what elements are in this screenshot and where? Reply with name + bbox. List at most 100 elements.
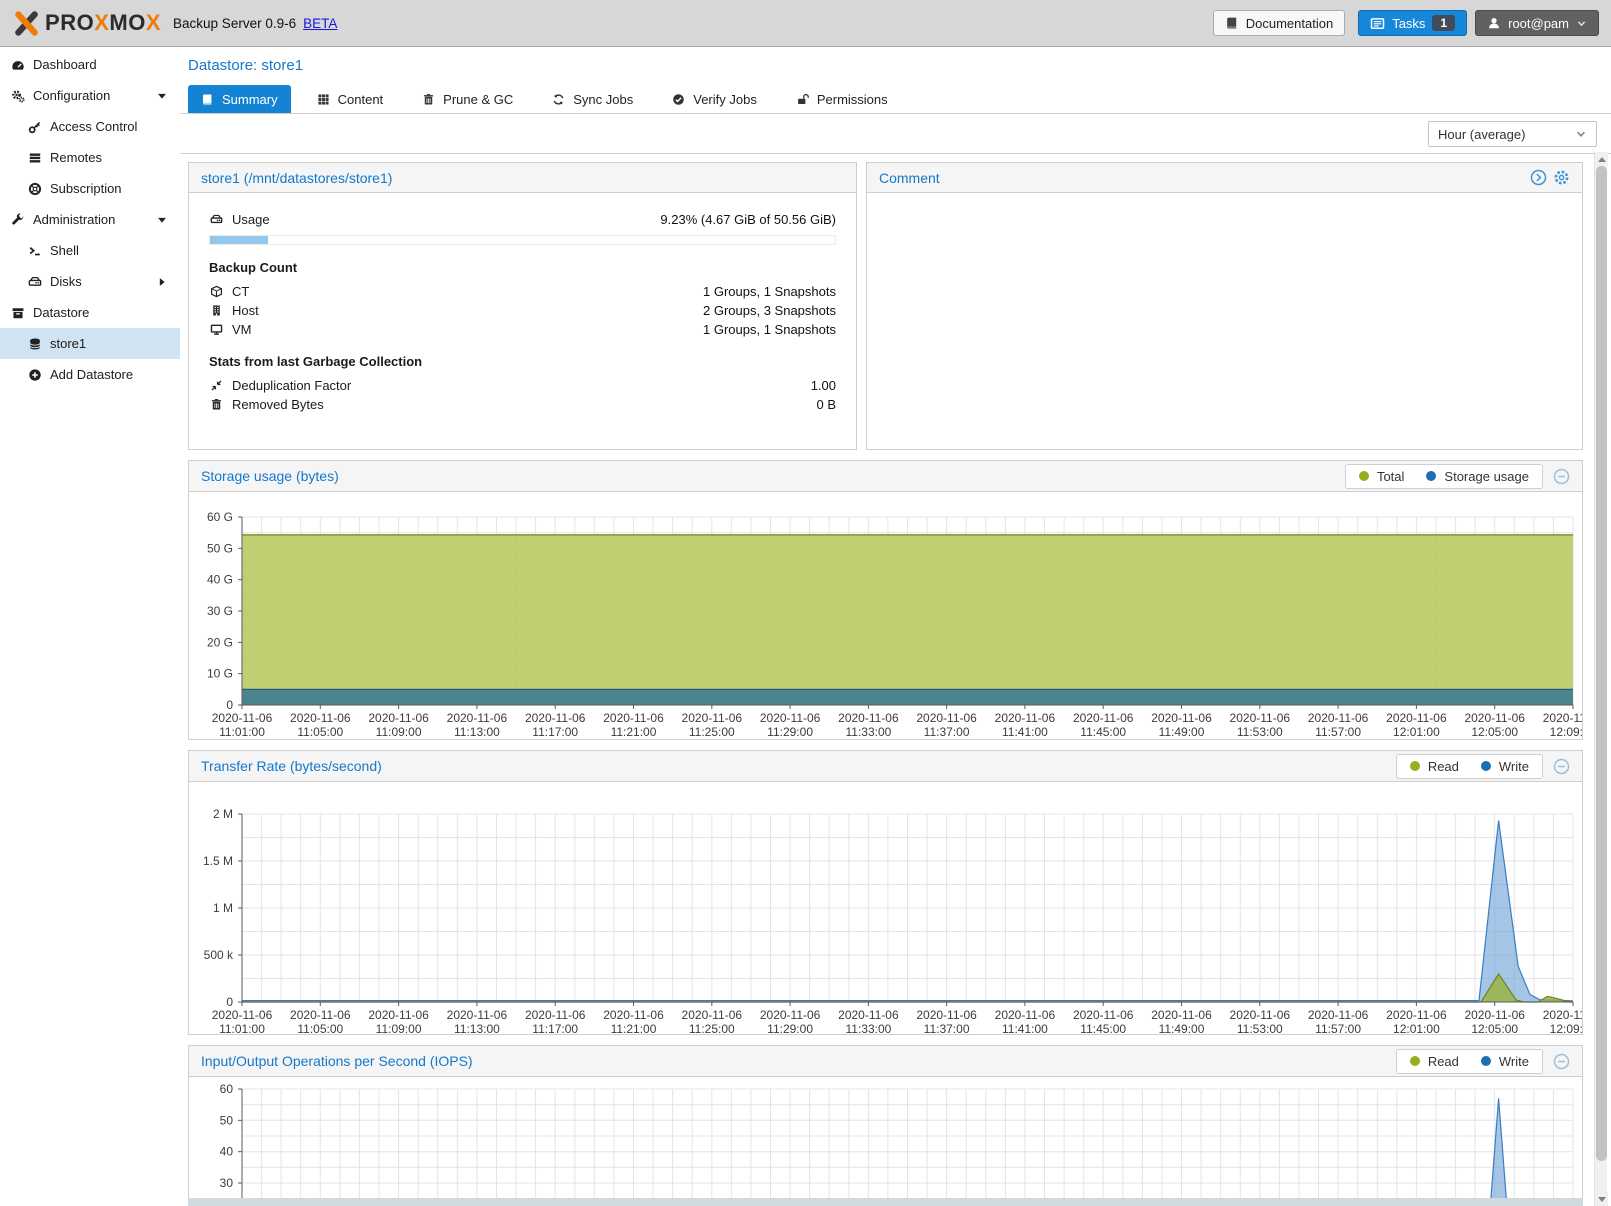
collapse-panel-icon[interactable] [1553,1053,1570,1070]
svg-text:11:29:00: 11:29:00 [767,1022,813,1034]
time-range-value: Hour (average) [1438,127,1575,142]
tab-permissions[interactable]: Permissions [783,85,901,113]
svg-text:500 k: 500 k [204,948,234,962]
sidebar-item-label: Datastore [33,305,89,320]
chart-legend: Total Storage usage [1345,464,1543,489]
sidebar-item-label: Subscription [50,181,122,196]
user-menu-button[interactable]: root@pam [1475,10,1599,36]
legend-item-write[interactable]: Write [1481,759,1529,774]
legend-item-read[interactable]: Read [1410,759,1459,774]
expand-tools-icon[interactable] [1530,169,1547,186]
svg-text:11:17:00: 11:17:00 [532,1022,578,1034]
row-label: VM [232,322,252,337]
expander-down-icon[interactable] [154,89,169,103]
sidebar-item-remotes[interactable]: Remotes [0,142,180,173]
tab-bar: Summary Content Prune & GC Sync Jobs Verify … [180,86,1611,114]
svg-text:11:49:00: 11:49:00 [1159,725,1205,739]
tab-sync-jobs[interactable]: Sync Jobs [539,85,646,113]
svg-text:2020-11-06: 2020-11-06 [1151,711,1212,725]
collapse-panel-icon[interactable] [1553,468,1570,485]
scroll-up-arrow[interactable] [1595,152,1608,166]
archive-icon [10,306,25,320]
legend-dot [1481,1056,1491,1066]
collapse-panel-icon[interactable] [1553,758,1570,775]
row-label: Removed Bytes [232,397,324,412]
storage-usage-chart: 010 G20 G30 G40 G50 G60 G2020-11-0611:01… [189,492,1582,739]
tab-content[interactable]: Content [304,85,397,113]
legend-dot [1410,1056,1420,1066]
legend-item-total[interactable]: Total [1359,469,1404,484]
time-range-select[interactable]: Hour (average) [1428,121,1597,147]
svg-text:11:05:00: 11:05:00 [297,1022,343,1034]
scroll-down-arrow[interactable] [1595,1192,1608,1206]
svg-text:2020-11-06: 2020-11-06 [1308,1008,1369,1022]
legend-item-write[interactable]: Write [1481,1054,1529,1069]
sidebar-item-label: Disks [50,274,82,289]
username-label: root@pam [1508,16,1569,31]
documentation-button[interactable]: Documentation [1213,10,1345,36]
svg-text:2020-11-06: 2020-11-06 [603,711,664,725]
legend-item-read[interactable]: Read [1410,1054,1459,1069]
display-icon [209,323,223,336]
svg-text:11:45:00: 11:45:00 [1080,725,1126,739]
chart-legend: Read Write [1396,1049,1543,1074]
svg-text:10 G: 10 G [207,667,233,681]
vertical-scrollbar[interactable] [1594,152,1607,1206]
legend-item-storage-usage[interactable]: Storage usage [1426,469,1529,484]
plus-circle-icon [27,368,42,382]
expander-down-icon[interactable] [154,213,169,227]
sidebar-item-label: Add Datastore [50,367,133,382]
svg-text:2020-11-06: 2020-11-06 [916,1008,977,1022]
svg-text:11:41:00: 11:41:00 [1002,1022,1048,1034]
svg-text:11:25:00: 11:25:00 [689,725,735,739]
sidebar-item-add-datastore[interactable]: Add Datastore [0,359,180,390]
backup-count-row: CT 1 Groups, 1 Snapshots [209,282,836,301]
sidebar-item-access-control[interactable]: Access Control [0,111,180,142]
trash-icon [209,398,223,411]
sidebar-item-dashboard[interactable]: Dashboard [0,49,180,80]
tab-prune-gc[interactable]: Prune & GC [409,85,526,113]
proxmox-x-icon [12,9,41,38]
comment-body[interactable] [867,193,1582,450]
svg-text:11:53:00: 11:53:00 [1237,1022,1283,1034]
svg-text:11:33:00: 11:33:00 [845,1022,891,1034]
iops-chart-panel: Input/Output Operations per Second (IOPS… [188,1045,1583,1206]
tasks-button[interactable]: Tasks 1 [1358,10,1467,36]
legend-dot [1426,471,1436,481]
tab-summary[interactable]: Summary [188,85,291,113]
chart-legend: Read Write [1396,754,1543,779]
sidebar-item-datastore[interactable]: Datastore [0,297,180,328]
row-value: 1 Groups, 1 Snapshots [703,322,836,337]
tab-label: Prune & GC [443,92,513,107]
expander-right-icon[interactable] [154,275,169,289]
datastore-summary-title: store1 (/mnt/datastores/store1) [189,163,856,193]
sidebar-item-subscription[interactable]: Subscription [0,173,180,204]
svg-text:2020-11-06: 2020-11-06 [1151,1008,1212,1022]
sidebar-item-administration[interactable]: Administration [0,204,180,235]
svg-text:2020-11-06: 2020-11-06 [368,711,429,725]
beta-link[interactable]: BETA [303,16,337,31]
scrollbar-thumb[interactable] [1596,166,1607,1161]
sidebar-item-disks[interactable]: Disks [0,266,180,297]
svg-text:11:49:00: 11:49:00 [1159,1022,1205,1034]
svg-text:11:25:00: 11:25:00 [689,1022,735,1034]
sidebar-item-label: Configuration [33,88,110,103]
comment-title: Comment [879,170,940,186]
svg-text:12:09:00: 12:09:00 [1550,725,1582,739]
tab-label: Sync Jobs [573,92,633,107]
svg-text:11:21:00: 11:21:00 [611,1022,657,1034]
sidebar-item-configuration[interactable]: Configuration [0,80,180,111]
svg-text:11:45:00: 11:45:00 [1080,1022,1126,1034]
settings-gear-icon[interactable] [1553,169,1570,186]
sidebar-item-label: Access Control [50,119,137,134]
sidebar-item-store1[interactable]: store1 [0,328,180,359]
tab-verify-jobs[interactable]: Verify Jobs [659,85,770,113]
tab-label: Permissions [817,92,888,107]
sidebar-item-shell[interactable]: Shell [0,235,180,266]
svg-text:30 G: 30 G [207,604,233,618]
svg-text:2020-11-06: 2020-11-06 [1073,1008,1134,1022]
viewport-bottom-strip [188,1198,1583,1206]
svg-text:11:57:00: 11:57:00 [1315,725,1361,739]
server-list-icon [27,151,42,165]
trash-icon [422,93,435,106]
